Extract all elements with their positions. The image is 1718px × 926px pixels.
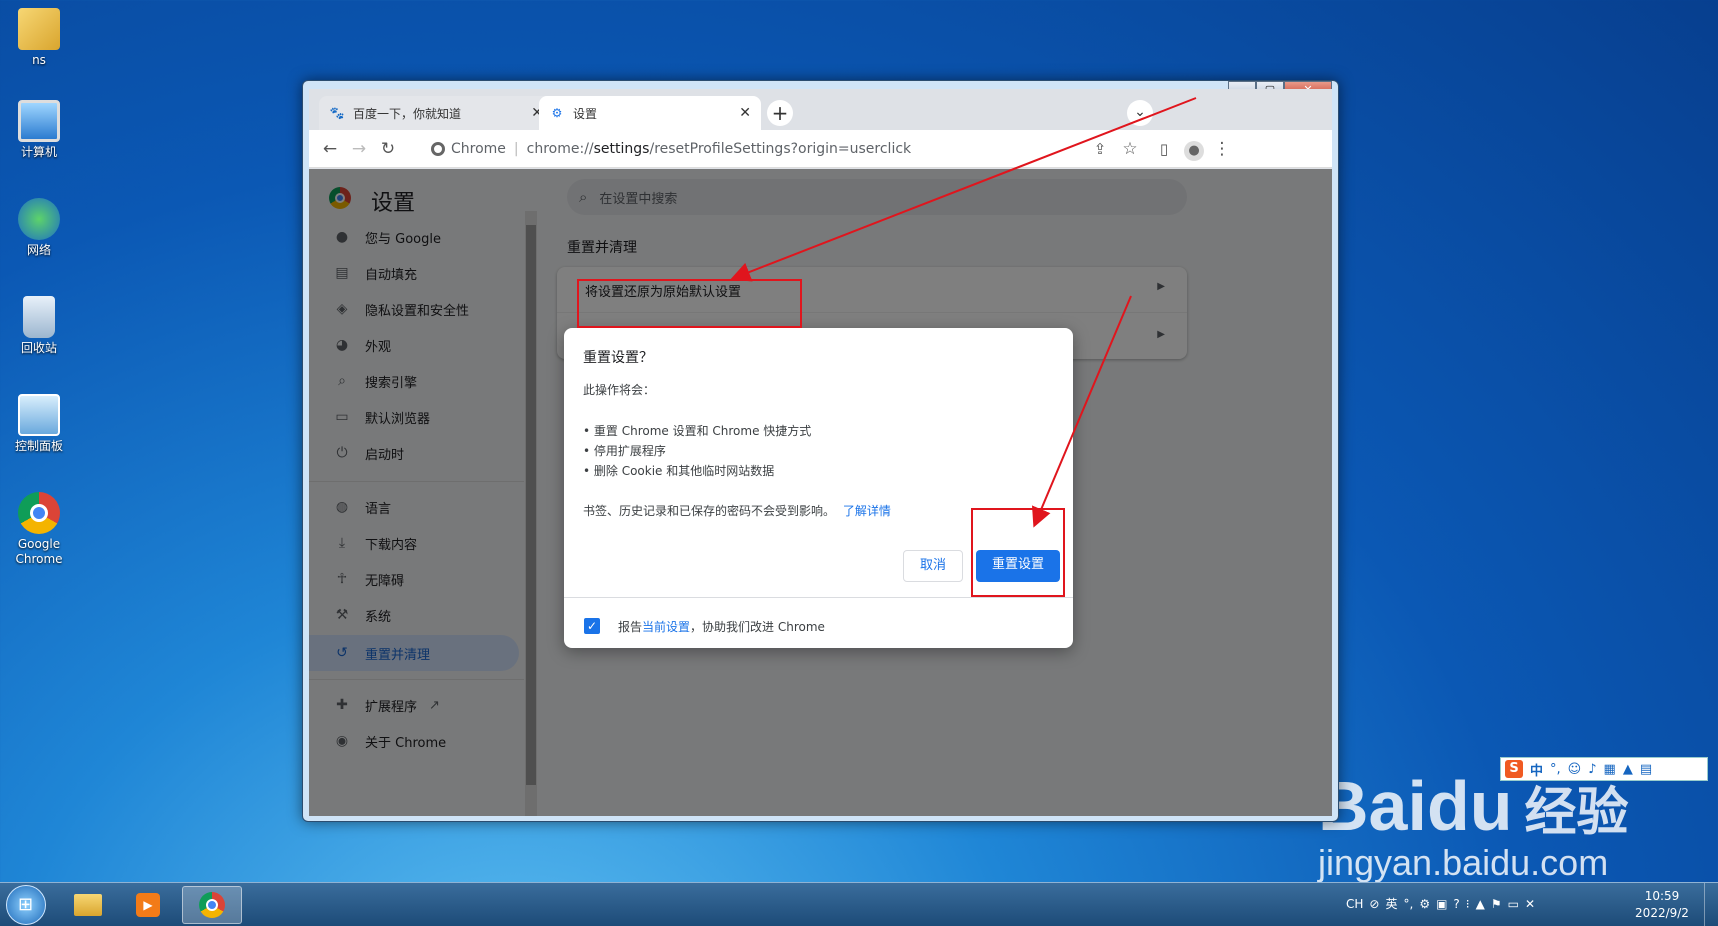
- chrome-icon: [199, 892, 225, 918]
- volume-muted-icon[interactable]: ✕: [1525, 897, 1535, 911]
- media-player-icon: ▶: [136, 893, 160, 917]
- clock[interactable]: 10:59 2022/9/2: [1628, 888, 1696, 922]
- start-button[interactable]: ⊞: [6, 885, 46, 925]
- settings-tray-icon[interactable]: ⚙: [1419, 897, 1430, 911]
- annotation-arrows: [730, 97, 1197, 528]
- system-tray: CH ⊘ 英 °, ⚙ ▣ ? ⁝ ▲ ⚑ ▭ ✕: [1346, 895, 1535, 912]
- taskbar: ⊞ ▶ CH ⊘ 英 °, ⚙ ▣ ? ⁝ ▲ ⚑ ▭ ✕ 10:59 2022…: [0, 882, 1718, 926]
- clock-date: 2022/9/2: [1635, 906, 1689, 920]
- annotation-arrow: [1031, 295, 1132, 528]
- show-hidden-icons[interactable]: ▲: [1476, 897, 1485, 911]
- windows-logo-icon: ⊞: [18, 894, 34, 915]
- ime-tray-icon[interactable]: ⊘: [1369, 897, 1379, 911]
- clock-time: 10:59: [1644, 889, 1680, 903]
- ime-lang-indicator[interactable]: 英: [1385, 895, 1397, 912]
- network-tray-icon[interactable]: ▭: [1508, 897, 1519, 911]
- taskbar-explorer[interactable]: [62, 886, 114, 924]
- punct-icon: °,: [1403, 896, 1414, 911]
- taskbar-chrome[interactable]: [182, 886, 242, 924]
- help-icon[interactable]: ?: [1453, 897, 1459, 911]
- ime-options-icon[interactable]: ⁝: [1466, 897, 1470, 911]
- annotation-arrow: [730, 97, 1197, 282]
- taskbar-media-player[interactable]: ▶: [122, 886, 174, 924]
- tools-tray-icon[interactable]: ▣: [1436, 897, 1447, 911]
- show-desktop-button[interactable]: [1704, 883, 1718, 926]
- folder-icon: [74, 894, 102, 916]
- flag-icon[interactable]: ⚑: [1491, 897, 1502, 911]
- language-indicator[interactable]: CH: [1346, 897, 1363, 911]
